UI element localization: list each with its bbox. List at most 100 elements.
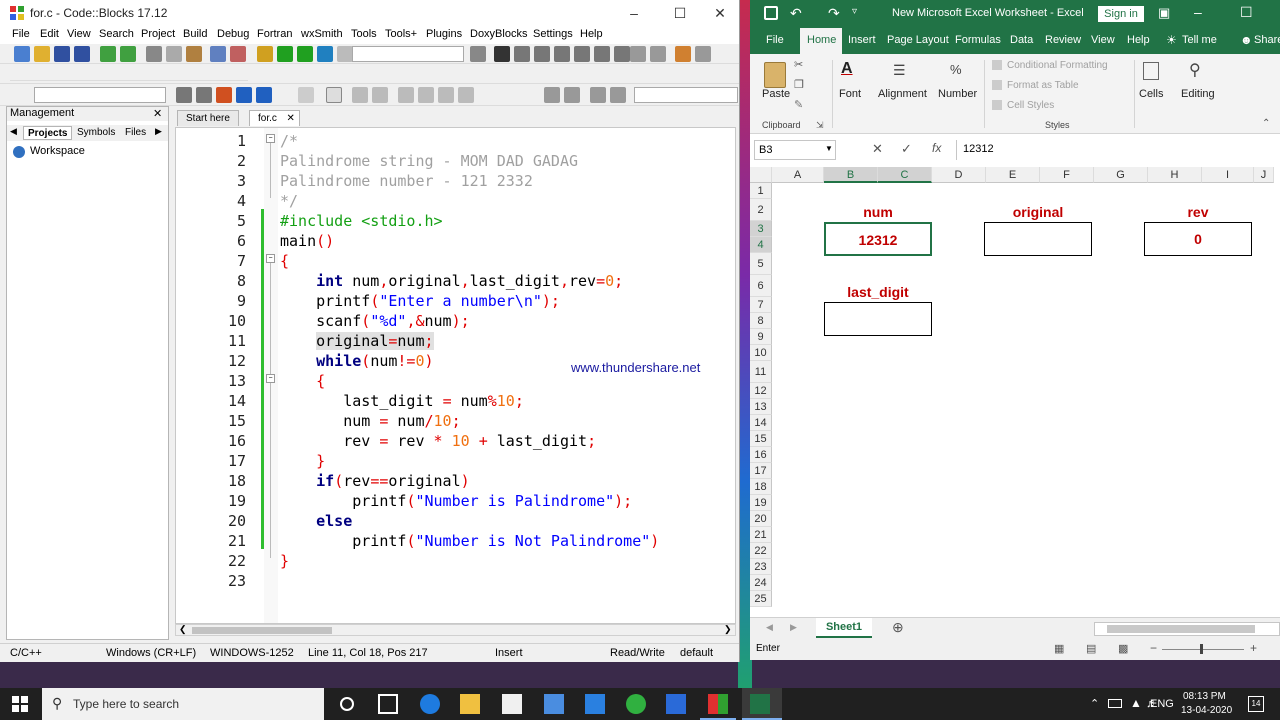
zoom-slider[interactable] [1162, 649, 1244, 650]
various-info-icon[interactable] [695, 46, 711, 62]
column-header[interactable]: G [1094, 167, 1148, 183]
row-header[interactable]: 7 [750, 297, 772, 313]
dialog-launcher-icon[interactable]: ⇲ [816, 120, 824, 131]
last-digit-cell[interactable] [824, 302, 932, 336]
format-painter-icon[interactable]: ✎ [794, 98, 803, 111]
code-line[interactable]: 20 else [176, 511, 735, 531]
code-line[interactable]: 23 [176, 571, 735, 591]
run-to-cursor-icon[interactable] [514, 46, 530, 62]
row-header[interactable]: 3 [750, 221, 772, 237]
pointer-icon[interactable] [298, 87, 314, 103]
row-header[interactable]: 17 [750, 463, 772, 479]
share-button[interactable]: Share [1254, 34, 1280, 46]
tab-view[interactable]: View [1091, 34, 1115, 46]
confirm-entry-icon[interactable]: ✓ [901, 141, 912, 157]
sheet-horizontal-scrollbar[interactable] [1094, 622, 1280, 636]
scrollbar-thumb[interactable] [192, 627, 332, 634]
code-editor[interactable]: − − − 1/* 2 Palindrome string - MOM DAD GA… [175, 127, 736, 624]
column-header[interactable]: I [1202, 167, 1254, 183]
debugging-windows-icon[interactable] [675, 46, 691, 62]
menu-file[interactable]: File [12, 28, 30, 40]
save-icon[interactable] [54, 46, 70, 62]
code-line[interactable]: 14 last_digit = num%10; [176, 391, 735, 411]
zoom-out-icon[interactable]: − [1150, 641, 1157, 655]
row-header[interactable]: 9 [750, 329, 772, 345]
font-icon[interactable]: A [841, 60, 853, 78]
back-arrow-icon[interactable] [176, 87, 192, 103]
store-icon[interactable] [502, 694, 522, 714]
break-debugger-icon[interactable] [630, 46, 646, 62]
number-button[interactable]: Number [938, 88, 977, 100]
shape-icon-5[interactable] [438, 87, 454, 103]
code-line[interactable]: 8 int num,original,last_digit,rev=0; [176, 271, 735, 291]
code-line[interactable]: 22} [176, 551, 735, 571]
tab-for-c[interactable]: for.c ✕ [249, 110, 300, 126]
menu-fortran[interactable]: Fortran [257, 28, 292, 40]
save-icon[interactable] [764, 6, 778, 20]
close-button[interactable]: ✕ [700, 0, 739, 26]
sheet-tab-sheet1[interactable]: Sheet1 [816, 618, 872, 638]
stop-debugger-icon[interactable] [650, 46, 666, 62]
row-header[interactable]: 22 [750, 543, 772, 559]
code-line[interactable]: 3 Palindrome number - 121 2332 [176, 171, 735, 191]
code-line[interactable]: 18 if(rev==original) [176, 471, 735, 491]
customize-quick-access-icon[interactable]: ▿ [852, 6, 857, 17]
page-layout-view-icon[interactable]: ▤ [1086, 642, 1096, 655]
shape-icon-3[interactable] [398, 87, 414, 103]
row-header[interactable]: 8 [750, 313, 772, 329]
rebuild-icon[interactable] [317, 46, 333, 62]
excel-taskbar-icon[interactable] [750, 694, 770, 714]
android-studio-icon[interactable] [626, 694, 646, 714]
code-line[interactable]: 9 printf("Enter a number\n"); [176, 291, 735, 311]
tab-scroll-left-icon[interactable]: ◀ [10, 126, 17, 137]
cells-icon[interactable] [1143, 62, 1159, 80]
editing-button[interactable]: Editing [1181, 88, 1215, 100]
open-file-icon[interactable] [34, 46, 50, 62]
dropbox-icon[interactable] [544, 694, 564, 714]
edge-browser-icon[interactable] [420, 694, 440, 714]
column-header[interactable]: J [1254, 167, 1274, 183]
sign-in-button[interactable]: Sign in [1098, 6, 1144, 22]
column-header[interactable]: H [1148, 167, 1202, 183]
tab-projects[interactable]: Projects [23, 126, 73, 140]
notification-center-icon[interactable]: 14 [1248, 696, 1264, 712]
tab-review[interactable]: Review [1045, 34, 1081, 46]
debug-continue-icon[interactable] [494, 46, 510, 62]
row-header[interactable]: 6 [750, 275, 772, 297]
row-header[interactable]: 23 [750, 559, 772, 575]
row-header[interactable]: 1 [750, 183, 772, 199]
step-into-icon[interactable] [554, 46, 570, 62]
step-out-icon[interactable] [574, 46, 590, 62]
tab-start-here[interactable]: Start here [177, 110, 239, 126]
menu-build[interactable]: Build [183, 28, 207, 40]
column-header[interactable]: D [932, 167, 986, 183]
search-text-combo[interactable] [634, 87, 738, 103]
next-instruction-icon[interactable] [594, 46, 610, 62]
tab-data[interactable]: Data [1010, 34, 1033, 46]
zoom-slider-thumb[interactable] [1200, 644, 1203, 654]
undo-icon[interactable]: ↶ [790, 5, 802, 22]
row-header[interactable]: 19 [750, 495, 772, 511]
code-line[interactable]: 19 printf("Number is Palindrome"); [176, 491, 735, 511]
column-header[interactable]: B [824, 167, 878, 183]
code-line[interactable]: 6 main() [176, 231, 735, 251]
menu-view[interactable]: View [67, 28, 91, 40]
code-line[interactable]: 11 original=num; [176, 331, 735, 351]
menu-tools-plus[interactable]: Tools+ [385, 28, 417, 40]
prev-sheet-icon[interactable]: ◀ [766, 622, 773, 633]
code-line[interactable]: 21 printf("Number is Not Palindrome") [176, 531, 735, 551]
cancel-entry-icon[interactable]: ✕ [872, 141, 883, 157]
row-header[interactable]: 16 [750, 447, 772, 463]
tab-home[interactable]: Home [807, 34, 836, 46]
row-header[interactable]: 10 [750, 345, 772, 361]
row-header[interactable]: 12 [750, 383, 772, 399]
menu-plugins[interactable]: Plugins [426, 28, 462, 40]
editing-search-icon[interactable]: ⚲ [1189, 60, 1201, 80]
code-line[interactable]: 4 */ [176, 191, 735, 211]
close-icon[interactable]: ✕ [153, 107, 162, 120]
code-line[interactable]: 1 /* [176, 131, 735, 151]
codeblocks-taskbar-icon[interactable] [708, 694, 728, 714]
redo-icon[interactable]: ↷ [828, 5, 840, 22]
row-header[interactable]: 2 [750, 199, 772, 221]
find-icon[interactable] [210, 46, 226, 62]
